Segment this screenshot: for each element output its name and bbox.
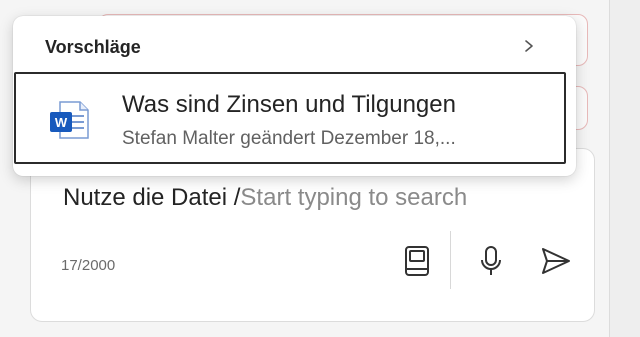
notebook-icon: [405, 246, 429, 276]
composer-placeholder: Start typing to search: [240, 184, 468, 211]
send-icon: [542, 248, 570, 274]
suggestions-popup: Vorschläge W Was sind Zinsen und Tilgung…: [13, 16, 576, 176]
suggestion-item[interactable]: W Was sind Zinsen und Tilgungen Stefan M…: [14, 72, 566, 164]
suggestion-title: Was sind Zinsen und Tilgungen: [122, 91, 456, 118]
svg-text:W: W: [55, 115, 68, 130]
composer-typed-text: Nutze die Datei /: [63, 184, 241, 211]
send-button[interactable]: [536, 241, 576, 281]
suggestions-title: Vorschläge: [45, 37, 141, 57]
microphone-icon: [481, 246, 501, 275]
composer-input[interactable]: Nutze die Datei /Start typing to search: [63, 184, 467, 212]
microphone-button[interactable]: [471, 241, 511, 281]
word-document-icon: W: [50, 101, 89, 139]
character-counter: 17/2000: [61, 257, 116, 274]
chevron-right-icon[interactable]: [521, 38, 537, 54]
suggestion-subtitle: Stefan Malter geändert Dezember 18,...: [122, 128, 456, 149]
toolbar-divider: [450, 231, 451, 289]
right-scroll-rail: [609, 0, 640, 337]
notebook-button[interactable]: [397, 241, 437, 281]
